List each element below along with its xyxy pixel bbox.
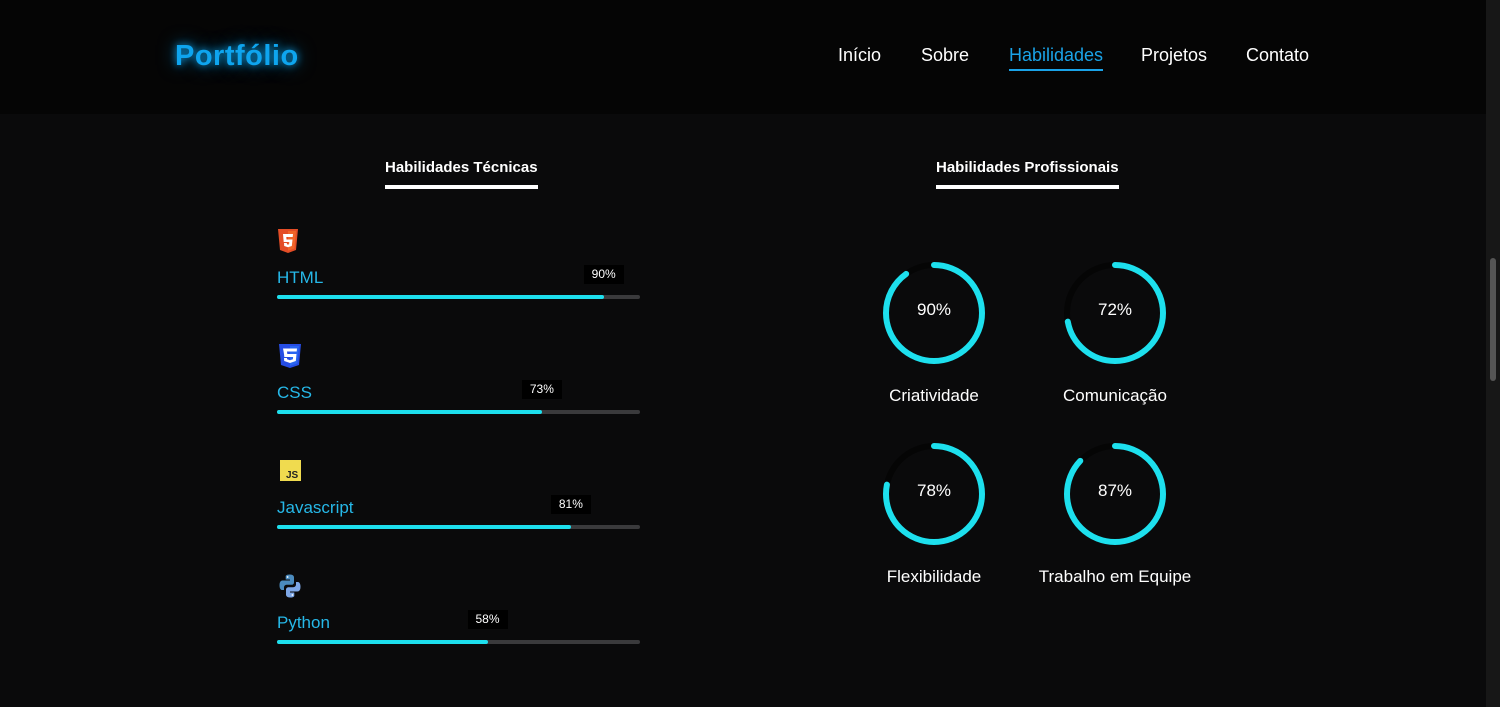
progress-bar xyxy=(277,295,640,299)
skill-comunicacao: 72% Comunicação xyxy=(1035,260,1195,420)
skill-name: Python xyxy=(277,613,330,632)
progress-fill xyxy=(277,640,488,644)
progress-bar xyxy=(277,525,640,529)
skill-label: Comunicação xyxy=(1063,386,1167,405)
html5-icon xyxy=(277,228,301,254)
skill-trabalho-em-equipe: 87% Trabalho em Equipe xyxy=(1035,441,1195,601)
skill-percent: 78% xyxy=(916,481,952,500)
skill-percent: 72% xyxy=(1097,300,1133,319)
skill-name: HTML xyxy=(277,268,324,287)
nav-habilidades[interactable]: Habilidades xyxy=(1009,45,1104,71)
skill-criatividade: 90% Criatividade xyxy=(854,260,1014,420)
skill-percent: 58% xyxy=(467,610,508,629)
header: Portfólio Início Sobre Habilidades Proje… xyxy=(0,0,1486,114)
skill-percent: 90% xyxy=(583,265,624,284)
nav-projetos[interactable]: Projetos xyxy=(1141,45,1207,66)
nav-contato[interactable]: Contato xyxy=(1246,45,1309,66)
skill-css: CSS 73% xyxy=(277,343,640,423)
skill-label: Trabalho em Equipe xyxy=(1038,567,1192,586)
skill-flexibilidade: 78% Flexibilidade xyxy=(854,441,1014,601)
javascript-icon: JS xyxy=(277,458,301,484)
progress-bar xyxy=(277,410,640,414)
svg-text:JS: JS xyxy=(286,470,299,481)
professional-skills-title: Habilidades Profissionais xyxy=(936,159,1119,189)
nav-sobre[interactable]: Sobre xyxy=(921,45,969,66)
skill-python: Python 58% xyxy=(277,573,640,653)
skill-name: CSS xyxy=(277,383,312,402)
skill-name: Javascript xyxy=(277,498,354,517)
scrollbar-thumb[interactable] xyxy=(1490,258,1496,381)
scrollbar[interactable] xyxy=(1486,0,1500,707)
skill-percent: 90% xyxy=(916,300,952,319)
logo[interactable]: Portfólio xyxy=(175,40,299,73)
skill-label: Criatividade xyxy=(889,386,979,405)
progress-fill xyxy=(277,410,542,414)
skill-percent: 81% xyxy=(550,495,591,514)
skill-percent: 73% xyxy=(521,380,562,399)
progress-fill xyxy=(277,295,604,299)
progress-bar xyxy=(277,640,640,644)
progress-fill xyxy=(277,525,572,529)
css3-icon xyxy=(277,343,301,369)
technical-skills-title: Habilidades Técnicas xyxy=(385,159,538,189)
skill-html: HTML 90% xyxy=(277,228,640,308)
skill-javascript: JS Javascript 81% xyxy=(277,458,640,538)
skill-percent: 87% xyxy=(1097,481,1133,500)
python-icon xyxy=(277,573,301,599)
nav-inicio[interactable]: Início xyxy=(838,45,881,66)
skill-label: Flexibilidade xyxy=(886,567,982,586)
